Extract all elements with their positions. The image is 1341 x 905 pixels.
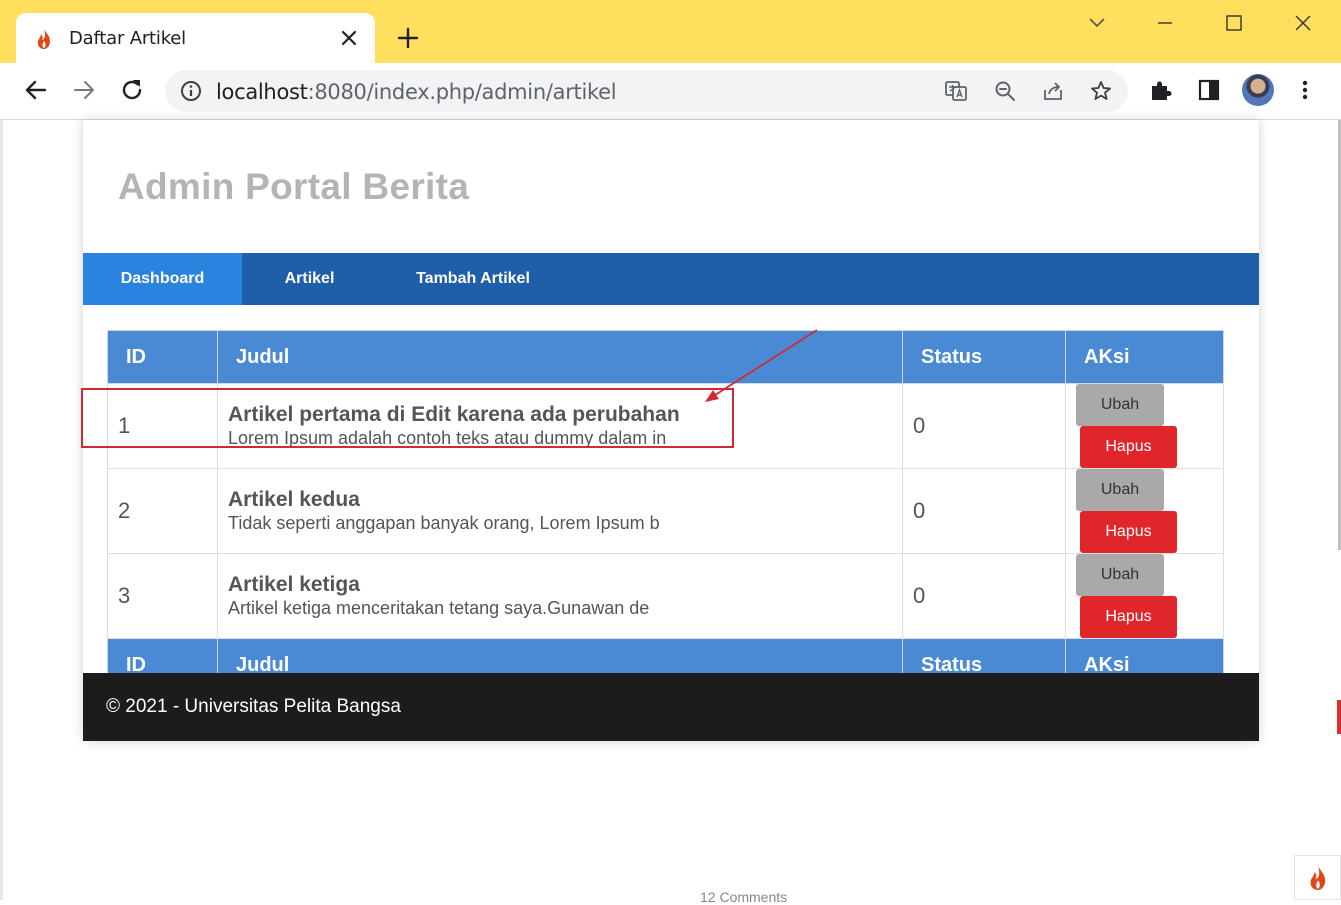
back-icon[interactable] [22, 76, 50, 104]
nav-dashboard[interactable]: Dashboard [83, 253, 242, 305]
url-text[interactable]: localhost:8080/index.php/admin/artikel [216, 80, 617, 104]
article-excerpt: Tidak seperti anggapan banyak orang, Lor… [228, 513, 660, 533]
codeigniter-flame-icon [1310, 866, 1326, 890]
row-id: 2 [107, 468, 218, 554]
plus-icon[interactable] [396, 26, 420, 50]
reload-icon[interactable] [118, 76, 146, 104]
main-navbar: Dashboard Artikel Tambah Artikel [83, 253, 1259, 305]
browser-tab-strip: Daftar Artikel [0, 0, 1341, 63]
site-footer: © 2021 - Universitas Pelita Bangsa [83, 673, 1259, 741]
table-row: 2 Artikel kedua Tidak seperti anggapan b… [107, 468, 1224, 554]
background-window-mark [1337, 700, 1341, 734]
info-icon[interactable] [179, 79, 203, 103]
row-id: 3 [107, 553, 218, 639]
header-status: Status [902, 330, 1066, 384]
table-header-row: ID Judul Status AKsi [107, 330, 1224, 384]
delete-button[interactable]: Hapus [1080, 511, 1177, 553]
translate-icon[interactable] [944, 79, 968, 103]
delete-button[interactable]: Hapus [1080, 596, 1177, 638]
address-bar[interactable]: localhost:8080/index.php/admin/artikel [165, 70, 1128, 112]
row-judul: Artikel kedua Tidak seperti anggapan ban… [217, 468, 903, 554]
table-row: 3 Artikel ketiga Artikel ketiga mencerit… [107, 553, 1224, 639]
extensions-icon[interactable] [1148, 77, 1174, 103]
row-status: 0 [902, 553, 1066, 639]
row-judul: Artikel ketiga Artikel ketiga menceritak… [217, 553, 903, 639]
background-comments-text: 12 Comments [700, 889, 788, 905]
share-icon[interactable] [1041, 79, 1065, 103]
edit-button[interactable]: Ubah [1076, 469, 1164, 511]
window-close-icon[interactable] [1288, 10, 1318, 36]
row-status: 0 [902, 383, 1066, 469]
article-title: Artikel ketiga [228, 573, 360, 596]
side-panel-icon[interactable] [1196, 77, 1222, 103]
zoom-out-icon[interactable] [993, 79, 1017, 103]
maximize-icon[interactable] [1219, 10, 1249, 36]
codeigniter-flame-icon [37, 29, 50, 49]
close-icon[interactable] [339, 28, 359, 48]
header-id: ID [107, 330, 218, 384]
footer-copyright: © 2021 - Universitas Pelita Bangsa [106, 696, 401, 717]
tab-title: Daftar Artikel [69, 28, 186, 49]
row-status: 0 [902, 468, 1066, 554]
edit-button[interactable]: Ubah [1076, 384, 1164, 426]
annotation-highlight-box [81, 388, 734, 448]
browser-tab[interactable]: Daftar Artikel [16, 13, 375, 63]
forward-icon[interactable] [70, 76, 98, 104]
articles-table: ID Judul Status AKsi 1 Artikel pertama d… [107, 330, 1224, 692]
url-path: :8080/index.php/admin/artikel [307, 80, 617, 104]
delete-button[interactable]: Hapus [1080, 426, 1177, 468]
codeigniter-debug-toolbar-button[interactable] [1294, 855, 1341, 900]
row-aksi: UbahHapus [1065, 553, 1224, 639]
annotation-arrow-icon [705, 329, 818, 402]
more-icon[interactable] [1292, 77, 1318, 103]
avatar[interactable] [1242, 74, 1274, 106]
article-title: Artikel kedua [228, 488, 360, 511]
nav-tambah-artikel[interactable]: Tambah Artikel [377, 253, 569, 305]
header-aksi: AKsi [1065, 330, 1224, 384]
url-host: localhost [216, 80, 308, 104]
edit-button[interactable]: Ubah [1076, 554, 1164, 596]
star-icon[interactable] [1089, 79, 1113, 103]
article-excerpt: Artikel ketiga menceritakan tetang saya.… [228, 598, 650, 618]
chevron-down-icon[interactable] [1082, 10, 1112, 36]
site-title: Admin Portal Berita [118, 166, 470, 207]
row-aksi: UbahHapus [1065, 468, 1224, 554]
nav-artikel[interactable]: Artikel [242, 253, 377, 305]
minimize-icon[interactable] [1150, 10, 1180, 36]
row-aksi: UbahHapus [1065, 383, 1224, 469]
background-window-edge [0, 120, 3, 900]
browser-toolbar: localhost:8080/index.php/admin/artikel [0, 63, 1341, 120]
